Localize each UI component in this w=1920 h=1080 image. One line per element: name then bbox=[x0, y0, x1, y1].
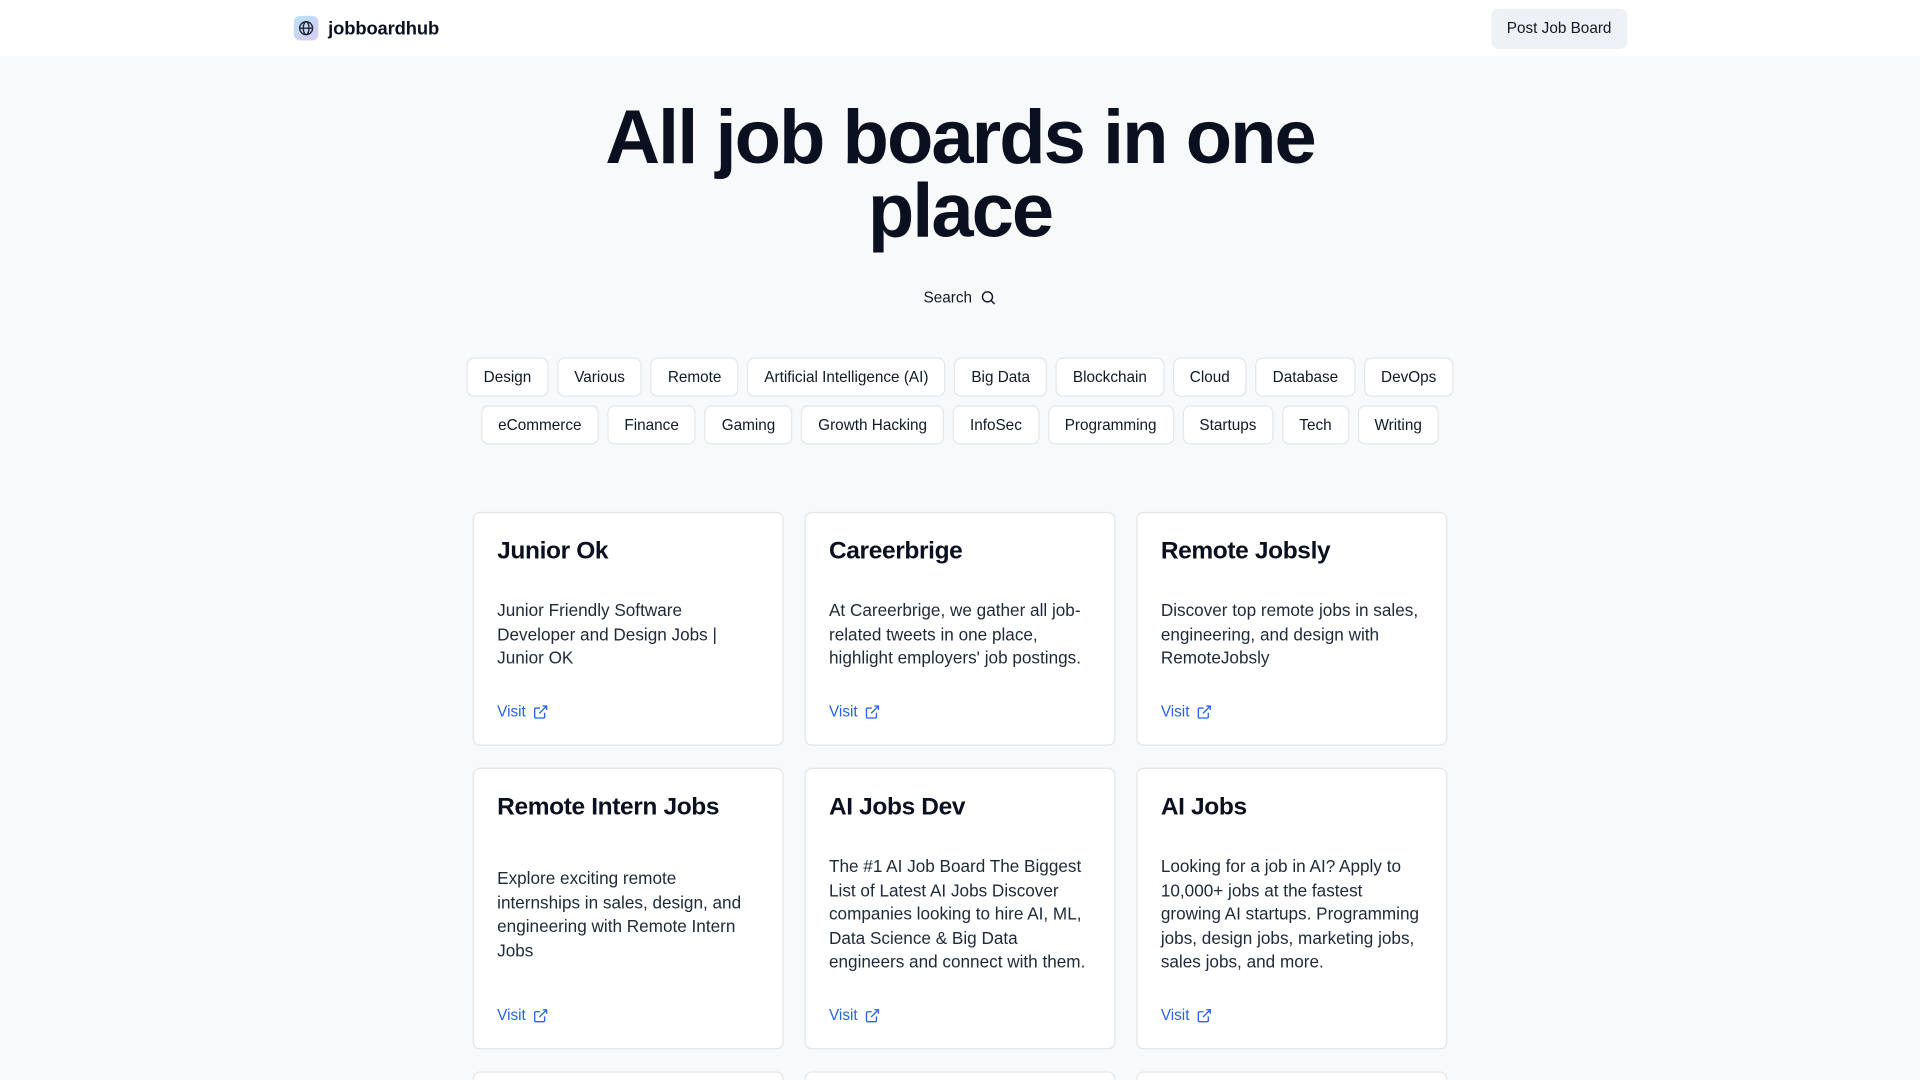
tag-devops[interactable]: DevOps bbox=[1363, 357, 1454, 397]
tag-ai[interactable]: Artificial Intelligence (AI) bbox=[747, 357, 946, 397]
card-description: Explore exciting remote internships in s… bbox=[497, 868, 742, 960]
tag-finance[interactable]: Finance bbox=[607, 405, 696, 445]
card-title: Careerbrige bbox=[828, 537, 963, 565]
tag-programming[interactable]: Programming bbox=[1047, 405, 1174, 445]
card-description: Discover top remote jobs in sales, engin… bbox=[1160, 600, 1419, 668]
tag-blockchain[interactable]: Blockchain bbox=[1055, 357, 1165, 397]
tag-writing[interactable]: Writing bbox=[1357, 405, 1439, 445]
tag-remote[interactable]: Remote bbox=[650, 357, 739, 397]
card-title: Junior Ok bbox=[497, 537, 609, 565]
visit-link[interactable]: Visit bbox=[497, 1007, 549, 1024]
brand[interactable]: jobboardhub bbox=[293, 15, 440, 41]
card-title: AI Jobs Dev bbox=[828, 793, 966, 821]
search-button[interactable]: Search bbox=[924, 289, 997, 306]
visit-label: Visit bbox=[828, 702, 858, 721]
tag-various[interactable]: Various bbox=[557, 357, 643, 397]
job-board-card: Junior Ok Junior Friendly Software Devel… bbox=[472, 511, 784, 746]
category-tags: Design Various Remote Artificial Intelli… bbox=[0, 357, 1920, 445]
page-title: All job boards in one place bbox=[605, 95, 1317, 254]
tag-big-data[interactable]: Big Data bbox=[954, 357, 1048, 397]
job-board-card-partial bbox=[472, 1071, 784, 1080]
tag-infosec[interactable]: InfoSec bbox=[952, 405, 1039, 445]
visit-label: Visit bbox=[828, 1006, 858, 1024]
external-link-icon bbox=[534, 704, 548, 719]
post-job-board-button[interactable]: Post Job Board bbox=[1490, 7, 1628, 49]
visit-link[interactable]: Visit bbox=[829, 1007, 881, 1024]
globe-icon bbox=[293, 15, 319, 41]
job-board-card: Remote Jobsly Discover top remote jobs i… bbox=[1136, 511, 1448, 746]
top-bar: jobboardhub Post Job Board bbox=[0, 0, 1920, 57]
visit-label: Visit bbox=[497, 1006, 526, 1024]
external-link-icon bbox=[534, 1008, 548, 1022]
job-board-grid: Junior Ok Junior Friendly Software Devel… bbox=[472, 511, 1448, 1080]
tag-startups[interactable]: Startups bbox=[1182, 405, 1274, 445]
visit-link[interactable]: Visit bbox=[829, 703, 881, 720]
page: jobboardhub Post Job Board All job board… bbox=[0, 0, 1920, 1080]
tag-tech[interactable]: Tech bbox=[1282, 405, 1349, 445]
card-title: AI Jobs bbox=[1160, 793, 1247, 821]
visit-label: Visit bbox=[497, 702, 526, 721]
card-description: Looking for a job in AI? Apply to 10,000… bbox=[1160, 855, 1420, 972]
job-board-card: Remote Intern Jobs Explore exciting remo… bbox=[472, 767, 784, 1050]
job-board-card: AI Jobs Dev The #1 AI Job Board The Bigg… bbox=[804, 767, 1116, 1050]
search-label: Search bbox=[923, 288, 973, 307]
tag-ecommerce[interactable]: eCommerce bbox=[481, 405, 599, 445]
tag-growth-hacking[interactable]: Growth Hacking bbox=[801, 405, 945, 445]
tag-cloud[interactable]: Cloud bbox=[1172, 357, 1247, 397]
card-description: Junior Friendly Software Developer and D… bbox=[497, 600, 717, 668]
visit-link[interactable]: Visit bbox=[497, 703, 549, 720]
visit-link[interactable]: Visit bbox=[1161, 1007, 1213, 1024]
external-link-icon bbox=[866, 704, 880, 719]
job-board-card: Careerbrige At Careerbrige, we gather al… bbox=[804, 511, 1116, 746]
visit-label: Visit bbox=[1160, 1006, 1190, 1024]
card-title: Remote Jobsly bbox=[1160, 537, 1331, 565]
tag-gaming[interactable]: Gaming bbox=[704, 405, 793, 445]
card-description: At Careerbrige, we gather all job-relate… bbox=[828, 600, 1081, 668]
tag-design[interactable]: Design bbox=[466, 357, 549, 397]
job-board-card: AI Jobs Looking for a job in AI? Apply t… bbox=[1136, 767, 1448, 1050]
external-link-icon bbox=[1198, 704, 1212, 719]
tag-database[interactable]: Database bbox=[1255, 357, 1356, 397]
visit-label: Visit bbox=[1160, 702, 1190, 721]
tag-row: Design Various Remote Artificial Intelli… bbox=[466, 357, 1454, 397]
card-title: Remote Intern Jobs bbox=[497, 793, 720, 821]
visit-link[interactable]: Visit bbox=[1161, 703, 1213, 720]
hero: All job boards in one place Search bbox=[0, 95, 1920, 309]
external-link-icon bbox=[866, 1008, 880, 1022]
job-board-card-partial bbox=[804, 1071, 1116, 1080]
tag-row: eCommerce Finance Gaming Growth Hacking … bbox=[481, 405, 1439, 445]
search-icon bbox=[981, 291, 995, 305]
brand-name: jobboardhub bbox=[328, 17, 440, 39]
card-description: The #1 AI Job Board The Biggest List of … bbox=[828, 855, 1086, 972]
external-link-icon bbox=[1198, 1008, 1212, 1022]
job-board-card-partial bbox=[1136, 1071, 1448, 1080]
